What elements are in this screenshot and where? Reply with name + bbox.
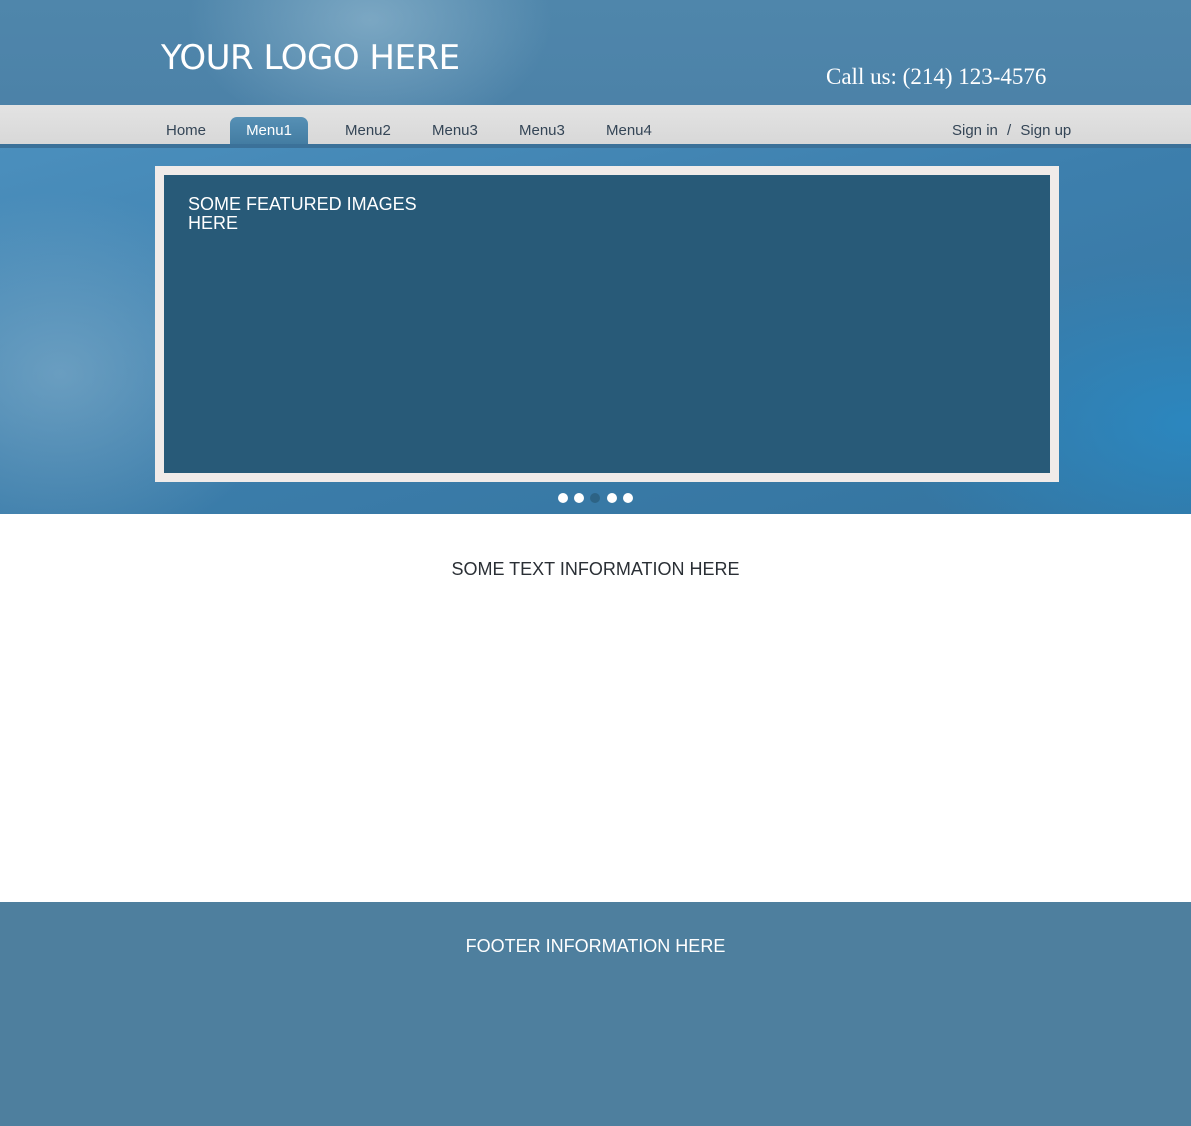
- site-footer: FOOTER INFORMATION HERE: [0, 902, 1191, 1126]
- nav-item-home[interactable]: Home: [166, 122, 206, 139]
- site-header: YOUR LOGO HERE Call us: (214) 123-4576: [0, 0, 1191, 105]
- nav-item-menu3[interactable]: Menu3: [432, 122, 478, 139]
- nav-item-menu4[interactable]: Menu4: [606, 122, 652, 139]
- main-nav: Home Menu1 Menu2 Menu3 Menu3 Menu4 Sign …: [0, 105, 1191, 150]
- auth-separator: /: [1007, 122, 1012, 139]
- featured-slider-frame: SOME FEATURED IMAGES HERE: [155, 166, 1059, 482]
- auth-links: Sign in / Sign up: [952, 122, 1071, 139]
- slider-dot-5[interactable]: [623, 493, 633, 503]
- content-heading: SOME TEXT INFORMATION HERE: [451, 559, 740, 579]
- footer-info: FOOTER INFORMATION HERE: [465, 936, 726, 956]
- slider-dot-2[interactable]: [574, 493, 584, 503]
- hero-divider: [0, 144, 1191, 148]
- slider-dot-3[interactable]: [590, 493, 600, 503]
- sign-up-link[interactable]: Sign up: [1020, 122, 1071, 139]
- nav-item-menu2[interactable]: Menu2: [345, 122, 391, 139]
- phone-number: Call us: (214) 123-4576: [826, 64, 1047, 89]
- sign-in-link[interactable]: Sign in: [952, 122, 998, 139]
- featured-slide[interactable]: SOME FEATURED IMAGES HERE: [164, 175, 1050, 473]
- hero-section: SOME FEATURED IMAGES HERE: [0, 144, 1191, 514]
- main-content: SOME TEXT INFORMATION HERE: [0, 514, 1191, 902]
- slider-dot-4[interactable]: [607, 493, 617, 503]
- slider-dot-1[interactable]: [558, 493, 568, 503]
- slide-caption: SOME FEATURED IMAGES HERE: [188, 194, 417, 233]
- nav-item-menu3-second[interactable]: Menu3: [519, 122, 565, 139]
- logo[interactable]: YOUR LOGO HERE: [161, 38, 460, 78]
